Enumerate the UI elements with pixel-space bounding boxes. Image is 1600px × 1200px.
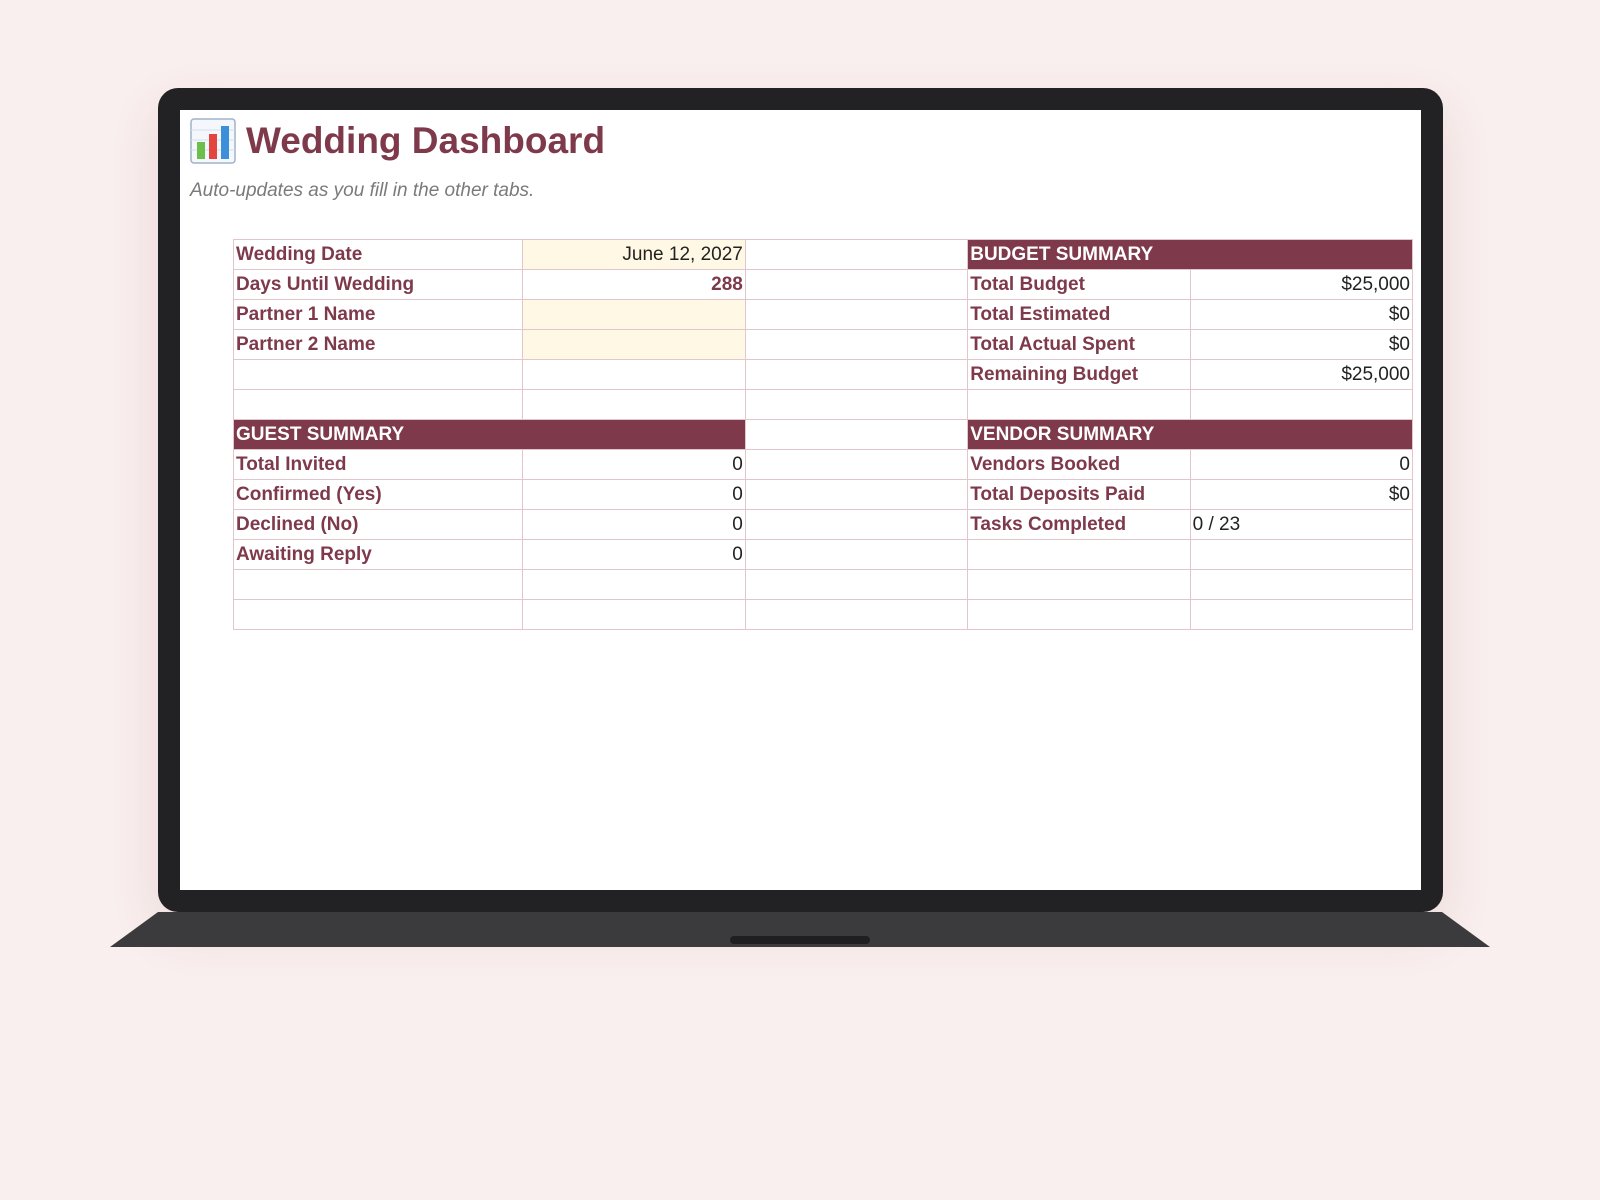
empty-cell[interactable] (744, 539, 969, 570)
empty-cell[interactable] (744, 389, 969, 420)
page-subtitle: Auto-updates as you fill in the other ta… (190, 180, 535, 201)
budget-row-value[interactable]: $0 (1189, 299, 1414, 330)
table-row: Days Until Wedding 288 Total Budget $25,… (232, 269, 1414, 300)
laptop-notch (730, 936, 870, 944)
table-row: Confirmed (Yes) 0 Total Deposits Paid $0 (232, 479, 1414, 510)
empty-cell[interactable] (744, 239, 969, 270)
vendor-row-value[interactable]: 0 (1189, 449, 1414, 480)
guest-row-value[interactable]: 0 (522, 539, 746, 570)
empty-cell[interactable] (522, 359, 746, 390)
vendor-row-label[interactable]: Vendors Booked (967, 449, 1191, 480)
days-until-value[interactable]: 288 (522, 269, 746, 300)
budget-row-value[interactable]: $0 (1189, 329, 1414, 360)
budget-row-label[interactable]: Total Estimated (967, 299, 1191, 330)
guest-row-value[interactable]: 0 (522, 449, 746, 480)
table-row: Partner 2 Name Total Actual Spent $0 (232, 329, 1414, 360)
dashboard-title-row: Wedding Dashboard (190, 118, 605, 164)
partner1-input[interactable] (522, 299, 746, 330)
empty-cell[interactable] (522, 599, 746, 630)
vendor-row-value[interactable]: 0 / 23 (1189, 509, 1414, 540)
table-row: Wedding Date June 12, 2027 BUDGET SUMMAR… (232, 239, 1413, 270)
table-row (232, 569, 1414, 600)
guest-summary-header[interactable]: GUEST SUMMARY (233, 419, 746, 450)
empty-cell[interactable] (744, 329, 969, 360)
table-row: Awaiting Reply 0 (232, 539, 1414, 570)
bar-chart-icon (190, 118, 236, 164)
empty-cell[interactable] (1189, 569, 1414, 600)
guest-row-label[interactable]: Declined (No) (232, 509, 524, 540)
table-row: Total Invited 0 Vendors Booked 0 (232, 449, 1414, 480)
table-row: Declined (No) 0 Tasks Completed 0 / 23 (232, 509, 1414, 540)
budget-summary-header[interactable]: BUDGET SUMMARY (967, 239, 1413, 270)
budget-row-value[interactable]: $25,000 (1189, 359, 1414, 390)
guest-row-label[interactable]: Confirmed (Yes) (232, 479, 524, 510)
empty-cell[interactable] (744, 299, 969, 330)
table-row: Remaining Budget $25,000 (232, 359, 1414, 390)
table-row (232, 599, 1414, 630)
empty-cell[interactable] (1189, 539, 1414, 570)
empty-cell[interactable] (744, 569, 969, 600)
empty-cell[interactable] (232, 389, 524, 420)
budget-row-label[interactable]: Remaining Budget (967, 359, 1191, 390)
partner2-input[interactable] (522, 329, 746, 360)
guest-row-value[interactable]: 0 (522, 509, 746, 540)
empty-cell[interactable] (232, 569, 524, 600)
wedding-date-input[interactable]: June 12, 2027 (522, 239, 746, 270)
empty-cell[interactable] (744, 359, 969, 390)
empty-cell[interactable] (967, 569, 1191, 600)
guest-row-value[interactable]: 0 (522, 479, 746, 510)
empty-cell[interactable] (967, 539, 1191, 570)
empty-cell[interactable] (1189, 599, 1414, 630)
table-row (232, 389, 1414, 420)
empty-cell[interactable] (744, 509, 969, 540)
laptop-base (110, 912, 1490, 947)
table-row: Partner 1 Name Total Estimated $0 (232, 299, 1414, 330)
empty-cell[interactable] (744, 419, 969, 450)
empty-cell[interactable] (744, 479, 969, 510)
spreadsheet-screen: Wedding Dashboard Auto-updates as you fi… (180, 110, 1421, 890)
empty-cell[interactable] (744, 449, 969, 480)
budget-row-value[interactable]: $25,000 (1189, 269, 1414, 300)
empty-cell[interactable] (967, 389, 1191, 420)
budget-row-label[interactable]: Total Actual Spent (967, 329, 1191, 360)
laptop-frame: Wedding Dashboard Auto-updates as you fi… (158, 88, 1443, 912)
budget-row-label[interactable]: Total Budget (967, 269, 1191, 300)
guest-row-label[interactable]: Awaiting Reply (232, 539, 524, 570)
partner1-label[interactable]: Partner 1 Name (232, 299, 524, 330)
empty-cell[interactable] (522, 569, 746, 600)
empty-cell[interactable] (232, 359, 524, 390)
days-until-label[interactable]: Days Until Wedding (232, 269, 524, 300)
empty-cell[interactable] (744, 269, 969, 300)
dashboard-grid: Wedding Date June 12, 2027 BUDGET SUMMAR… (232, 239, 1414, 630)
vendor-row-label[interactable]: Tasks Completed (967, 509, 1191, 540)
stage: Wedding Dashboard Auto-updates as you fi… (0, 0, 1600, 1200)
partner2-label[interactable]: Partner 2 Name (232, 329, 524, 360)
empty-cell[interactable] (522, 389, 746, 420)
empty-cell[interactable] (967, 599, 1191, 630)
vendor-row-label[interactable]: Total Deposits Paid (967, 479, 1191, 510)
wedding-date-label[interactable]: Wedding Date (232, 239, 524, 270)
empty-cell[interactable] (744, 599, 969, 630)
vendor-row-value[interactable]: $0 (1189, 479, 1414, 510)
page-title: Wedding Dashboard (246, 120, 606, 161)
guest-row-label[interactable]: Total Invited (232, 449, 524, 480)
empty-cell[interactable] (1189, 389, 1414, 420)
table-row: GUEST SUMMARY VENDOR SUMMARY (233, 419, 1413, 450)
empty-cell[interactable] (232, 599, 524, 630)
vendor-summary-header[interactable]: VENDOR SUMMARY (967, 419, 1413, 450)
